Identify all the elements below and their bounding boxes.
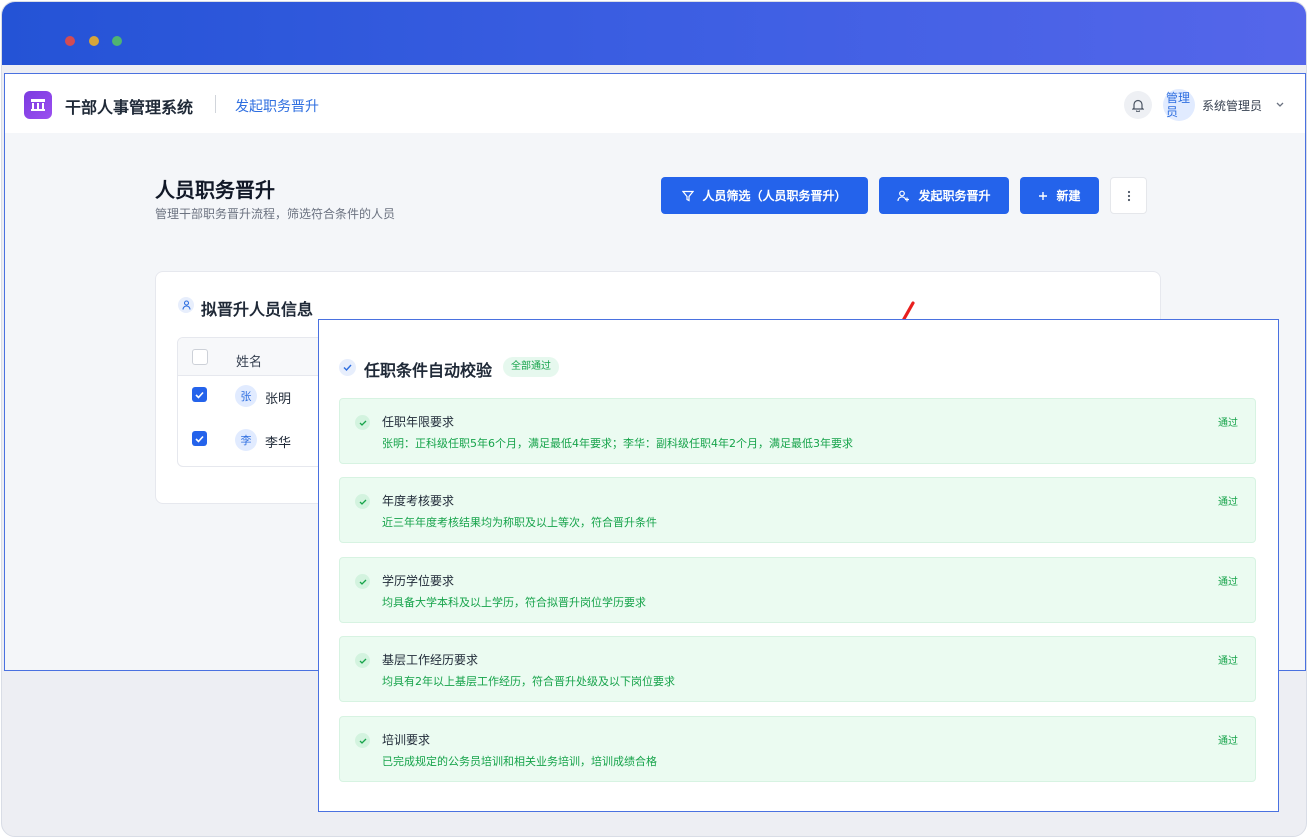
window-minimize-dot[interactable] <box>89 36 99 46</box>
filter-button[interactable]: 人员筛选（人员职务晋升） <box>661 177 868 214</box>
column-header-name: 姓名 <box>236 355 263 370</box>
validation-item-status: 通过 <box>1218 497 1238 508</box>
window-maximize-dot[interactable] <box>112 36 122 46</box>
validation-item: 培训要求 已完成规定的公务员培训和相关业务培训，培训成绩合格 通过 <box>339 716 1256 782</box>
validation-item-status: 通过 <box>1218 736 1238 747</box>
validation-item-detail: 近三年年度考核结果均为称职及以上等次，符合晋升条件 <box>382 516 657 529</box>
start-promotion-button[interactable]: 发起职务晋升 <box>879 177 1009 214</box>
new-button[interactable]: 新建 <box>1020 177 1099 214</box>
chevron-down-icon[interactable] <box>1275 94 1285 113</box>
page-subtitle: 管理干部职务晋升流程，筛选符合条件的人员 <box>155 207 396 221</box>
validation-item-detail: 均具有2年以上基层工作经历，符合晋升处级及以下岗位要求 <box>382 675 675 688</box>
avatar: 张 <box>235 385 257 407</box>
check-icon <box>355 653 370 668</box>
window-close-dot[interactable] <box>65 36 75 46</box>
row-checkbox[interactable] <box>192 387 207 402</box>
bell-icon[interactable] <box>1124 91 1152 119</box>
page-title: 人员职务晋升 <box>155 178 275 202</box>
avatar: 李 <box>235 429 257 451</box>
select-all-checkbox[interactable] <box>192 349 208 365</box>
window-chrome <box>2 2 1306 65</box>
validation-item: 任职年限要求 张明：正科级任职5年6个月，满足最低4年要求；李华：副科级任职4年… <box>339 398 1256 464</box>
breadcrumb[interactable]: 发起职务晋升 <box>235 96 319 116</box>
check-icon <box>355 574 370 589</box>
validation-item-status: 通过 <box>1218 418 1238 429</box>
validation-item-title: 基层工作经历要求 <box>382 653 479 667</box>
validation-item: 基层工作经历要求 均具有2年以上基层工作经历，符合晋升处级及以下岗位要求 通过 <box>339 636 1256 702</box>
validation-item-detail: 已完成规定的公务员培训和相关业务培训，培训成绩合格 <box>382 755 657 768</box>
validation-item-detail: 张明：正科级任职5年6个月，满足最低4年要求；李华：副科级任职4年2个月，满足最… <box>382 437 853 450</box>
check-icon <box>339 359 356 376</box>
window-frame: 干部人事管理系统 发起职务晋升 管理员 系统管理员 人员职务晋升 管理干部职务晋… <box>1 1 1307 837</box>
user-name[interactable]: 系统管理员 <box>1202 97 1262 114</box>
validation-item-title: 年度考核要求 <box>382 494 455 508</box>
validation-item-title: 学历学位要求 <box>382 574 455 588</box>
more-vertical-icon[interactable] <box>1110 177 1147 214</box>
header-divider <box>215 95 216 113</box>
row-name: 李华 <box>265 436 292 451</box>
start-promotion-label: 发起职务晋升 <box>918 189 991 203</box>
filter-button-label: 人员筛选（人员职务晋升） <box>702 189 847 203</box>
user-plus-icon <box>897 190 910 201</box>
check-icon <box>355 415 370 430</box>
row-checkbox[interactable] <box>192 431 207 446</box>
validation-item: 学历学位要求 均具备大学本科及以上学历，符合拟晋升岗位学历要求 通过 <box>339 557 1256 623</box>
validation-item-title: 培训要求 <box>382 733 431 747</box>
validation-title: 任职条件自动校验 <box>364 361 493 380</box>
row-name: 张明 <box>265 392 292 407</box>
building-icon[interactable] <box>24 91 52 119</box>
validation-item: 年度考核要求 近三年年度考核结果均为称职及以上等次，符合晋升条件 通过 <box>339 477 1256 543</box>
filter-icon <box>682 190 695 201</box>
check-icon <box>355 733 370 748</box>
validation-item-status: 通过 <box>1218 656 1238 667</box>
card-title: 拟晋升人员信息 <box>201 300 314 319</box>
check-icon <box>355 494 370 509</box>
validation-item-detail: 均具备大学本科及以上学历，符合拟晋升岗位学历要求 <box>382 596 646 609</box>
top-navbar: 干部人事管理系统 发起职务晋升 管理员 系统管理员 <box>5 74 1305 133</box>
avatar[interactable]: 管理员 <box>1163 89 1195 121</box>
validation-item-title: 任职年限要求 <box>382 415 455 429</box>
validation-item-status: 通过 <box>1218 577 1238 588</box>
app-title: 干部人事管理系统 <box>65 98 194 117</box>
validation-panel: 任职条件自动校验 全部通过 任职年限要求 张明：正科级任职5年6个月，满足最低4… <box>318 319 1279 812</box>
user-icon <box>178 297 194 313</box>
status-badge: 全部通过 <box>503 357 559 377</box>
plus-icon <box>1039 191 1048 200</box>
new-button-label: 新建 <box>1056 189 1081 203</box>
